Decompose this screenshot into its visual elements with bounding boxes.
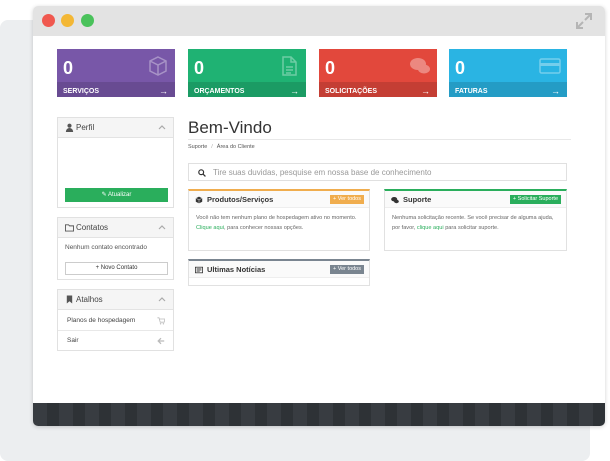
arrow-right-icon: →	[159, 86, 168, 96]
stat-tile-orcamentos[interactable]: 0 ORÇAMENTOS →	[188, 49, 306, 97]
shortcut-hosting-plans[interactable]: Planos de hospedagem	[67, 317, 135, 324]
arrow-left-icon	[157, 337, 165, 345]
browser-window: 0 SERVIÇOS → 0 ORÇAMENTOS → 0 SOLICITAÇÕ…	[33, 6, 605, 426]
close-window-button[interactable]	[42, 14, 55, 27]
search-placeholder: Tire suas duvidas, pesquise em nossa bas…	[213, 168, 432, 177]
new-contact-button[interactable]: + Novo Contato	[65, 262, 168, 275]
document-icon	[282, 56, 297, 76]
contacts-panel: Contatos Nenhum contato encontrado + Nov…	[57, 217, 174, 280]
search-icon	[198, 169, 206, 177]
panel-title: Atalhos	[76, 295, 103, 304]
chevron-up-icon[interactable]	[158, 224, 166, 230]
maximize-window-button[interactable]	[81, 14, 94, 27]
support-card: Suporte + Solicitar Suporte Nenhuma soli…	[384, 189, 567, 251]
arrow-right-icon: →	[421, 86, 430, 96]
screenshot-stage: 0 SERVIÇOS → 0 ORÇAMENTOS → 0 SOLICITAÇÕ…	[0, 0, 610, 461]
user-icon	[65, 123, 74, 132]
request-support-button[interactable]: + Solicitar Suporte	[509, 195, 561, 204]
stat-label: SOLICITAÇÕES	[325, 88, 377, 95]
view-all-products-button[interactable]: + Ver todos	[330, 195, 364, 204]
products-message: Você não tem nenhum plano de hospedagem …	[196, 215, 357, 231]
stat-value: 0	[325, 58, 336, 78]
stat-value: 0	[455, 58, 466, 78]
update-profile-button[interactable]: ✎ Atualizar	[65, 188, 168, 202]
products-services-card: Produtos/Serviços + Ver todos Você não t…	[188, 189, 370, 251]
expand-icon[interactable]	[575, 12, 593, 30]
card-title: Produtos/Serviços	[207, 195, 274, 204]
chat-bubbles-icon	[410, 58, 430, 74]
panel-header[interactable]: Contatos	[58, 218, 173, 238]
latest-news-card: Ultimas Notícias + Ver todos	[188, 259, 370, 286]
credit-card-icon	[539, 58, 561, 74]
chevron-up-icon[interactable]	[158, 124, 166, 130]
cart-icon	[157, 317, 165, 325]
window-titlebar	[33, 6, 605, 36]
shortcut-logout[interactable]: Sair	[67, 337, 79, 344]
stat-label: ORÇAMENTOS	[194, 88, 245, 95]
arrow-right-icon: →	[290, 86, 299, 96]
panel-title: Contatos	[76, 223, 109, 232]
stat-label: SERVIÇOS	[63, 88, 100, 95]
arrow-right-icon: →	[551, 86, 560, 96]
stat-label: FATURAS	[455, 88, 488, 95]
products-link[interactable]: Clique aqui	[196, 225, 224, 231]
shortcuts-panel: Atalhos Planos de hospedagem Sair	[57, 289, 174, 351]
stat-value: 0	[63, 58, 74, 78]
stat-tile-faturas[interactable]: 0 FATURAS →	[449, 49, 567, 97]
folder-icon	[65, 224, 74, 232]
panel-header[interactable]: Atalhos	[58, 290, 173, 310]
support-link[interactable]: clique aqui	[417, 225, 444, 231]
bookmark-icon	[66, 295, 73, 304]
panel-header[interactable]: Perfil	[58, 118, 173, 138]
stat-tile-servicos[interactable]: 0 SERVIÇOS →	[57, 49, 175, 97]
panel-title: Perfil	[76, 123, 95, 132]
breadcrumb: Suporte / Área do Cliente	[188, 144, 255, 150]
support-message: Nenhuma solicitação recente. Se você pre…	[392, 215, 554, 231]
knowledgebase-search-field[interactable]: Tire suas duvidas, pesquise em nossa bas…	[188, 163, 567, 181]
breadcrumb-item-area-cliente: Área do Cliente	[216, 144, 255, 150]
card-title: Ultimas Notícias	[207, 265, 266, 274]
minimize-window-button[interactable]	[61, 14, 74, 27]
button-label: Atualizar	[108, 192, 132, 198]
profile-panel: Perfil ✎ Atualizar	[57, 117, 174, 208]
newspaper-icon	[195, 266, 203, 274]
no-contacts-text: Nenhum contato encontrado	[65, 244, 148, 251]
cube-icon	[195, 196, 203, 204]
footer-band	[33, 403, 605, 426]
breadcrumb-item-suporte[interactable]: Suporte	[188, 144, 207, 150]
chevron-up-icon[interactable]	[158, 296, 166, 302]
view-all-news-button[interactable]: + Ver todos	[330, 265, 364, 274]
stat-value: 0	[194, 58, 205, 78]
page-title: Bem-Vindo	[188, 118, 272, 137]
cube-icon	[149, 56, 167, 76]
card-title: Suporte	[403, 195, 432, 204]
chat-bubbles-icon	[391, 196, 399, 204]
stat-tile-solicitacoes[interactable]: 0 SOLICITAÇÕES →	[319, 49, 437, 97]
